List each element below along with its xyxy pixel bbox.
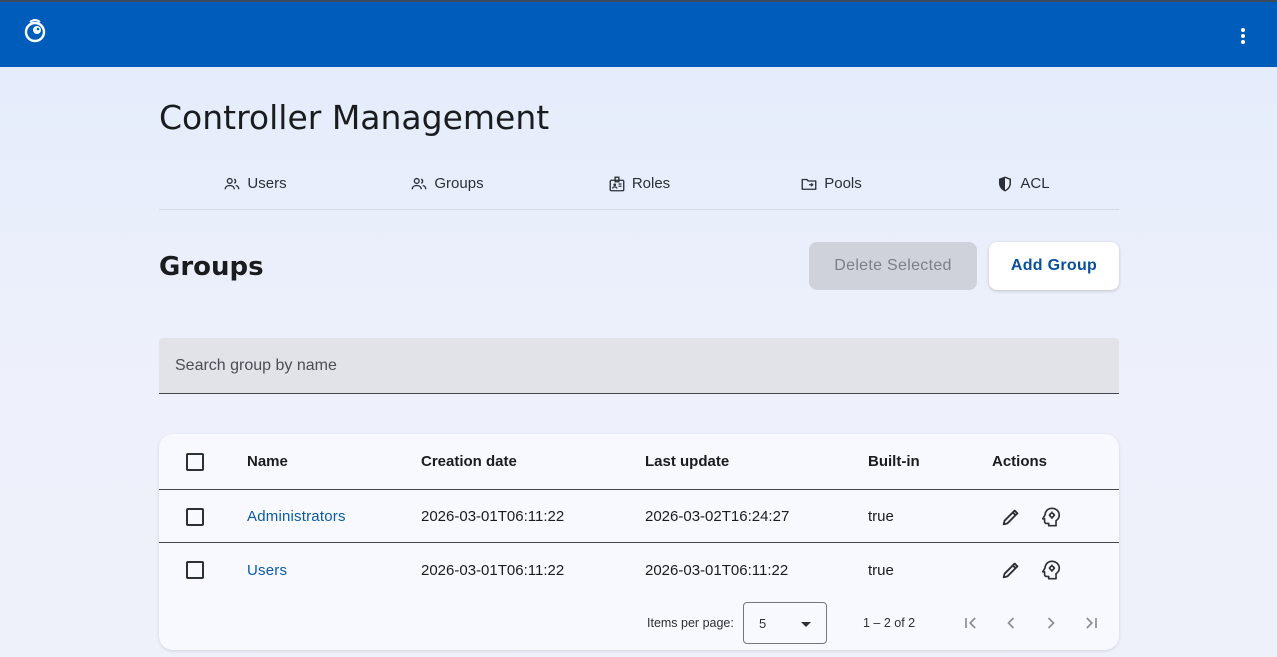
- tab-users-label: Users: [247, 175, 287, 192]
- tab-groups[interactable]: Groups: [351, 163, 543, 209]
- created-date: 2026-03-01T06:11:22: [421, 508, 565, 525]
- column-header-builtin[interactable]: Built-in: [868, 453, 920, 470]
- group-name-link[interactable]: Users: [247, 562, 287, 579]
- dropdown-arrow-icon: [801, 622, 811, 627]
- next-page-icon[interactable]: [1041, 613, 1061, 633]
- search-field: [159, 338, 1119, 394]
- last-page-icon[interactable]: [1081, 613, 1101, 633]
- management-tabs: Users Groups Roles Pools ACL: [159, 163, 1119, 210]
- group-name-link[interactable]: Administrators: [247, 508, 346, 525]
- tab-pools[interactable]: Pools: [735, 163, 927, 209]
- created-date: 2026-03-01T06:11:22: [421, 561, 565, 579]
- row-checkbox[interactable]: [186, 561, 204, 579]
- row-checkbox[interactable]: [186, 507, 204, 526]
- folder-icon: [801, 178, 817, 190]
- page-size-value: 5: [759, 616, 767, 631]
- edit-icon[interactable]: [1000, 506, 1022, 528]
- app-logo-icon[interactable]: [24, 18, 46, 44]
- badge-icon: [609, 176, 625, 191]
- tab-acl[interactable]: ACL: [927, 163, 1119, 209]
- tab-users[interactable]: Users: [159, 163, 351, 209]
- column-header-updated[interactable]: Last update: [645, 453, 729, 470]
- top-app-bar: [0, 0, 1277, 67]
- updated-date: 2026-03-01T06:11:22: [645, 561, 789, 579]
- more-vert-icon[interactable]: [1229, 22, 1257, 50]
- builtin-value: true: [868, 508, 894, 525]
- table-row: Users 2026-03-01T06:11:22 2026-03-01T06:…: [159, 544, 1119, 596]
- add-group-button[interactable]: Add Group: [989, 242, 1119, 290]
- people-icon: [224, 177, 240, 189]
- select-all-checkbox[interactable]: [186, 452, 204, 471]
- first-page-icon[interactable]: [961, 613, 981, 633]
- column-header-actions: Actions: [992, 453, 1048, 470]
- tab-roles[interactable]: Roles: [543, 163, 735, 209]
- tab-acl-label: ACL: [1020, 175, 1050, 192]
- previous-page-icon[interactable]: [1001, 613, 1021, 633]
- builtin-value: true: [868, 561, 894, 579]
- section-title: Groups: [159, 252, 264, 282]
- column-header-name[interactable]: Name: [247, 453, 288, 470]
- manage-roles-icon[interactable]: [1040, 559, 1062, 581]
- tab-pools-label: Pools: [824, 175, 862, 192]
- table-row: Administrators 2026-03-01T06:11:22 2026-…: [159, 491, 1119, 543]
- groups-table: Name Creation date Last update Built-in …: [159, 434, 1119, 650]
- search-input[interactable]: [159, 338, 1119, 393]
- items-per-page-label: Items per page:: [647, 616, 734, 630]
- page-title: Controller Management: [159, 98, 550, 137]
- manage-roles-icon[interactable]: [1040, 506, 1062, 528]
- people-icon: [411, 177, 427, 189]
- shield-icon: [999, 176, 1012, 191]
- table-header-row: Name Creation date Last update Built-in …: [159, 434, 1119, 490]
- page-range-label: 1 – 2 of 2: [863, 616, 916, 630]
- paginator: Items per page: 5 1 – 2 of 2: [159, 596, 1119, 650]
- tab-groups-label: Groups: [434, 175, 484, 192]
- tab-roles-label: Roles: [631, 175, 671, 192]
- page-size-select[interactable]: 5: [743, 602, 827, 644]
- delete-selected-button[interactable]: Delete Selected: [809, 242, 977, 290]
- column-header-created[interactable]: Creation date: [421, 453, 517, 470]
- updated-date: 2026-03-02T16:24:27: [645, 508, 790, 525]
- edit-icon[interactable]: [1000, 559, 1022, 581]
